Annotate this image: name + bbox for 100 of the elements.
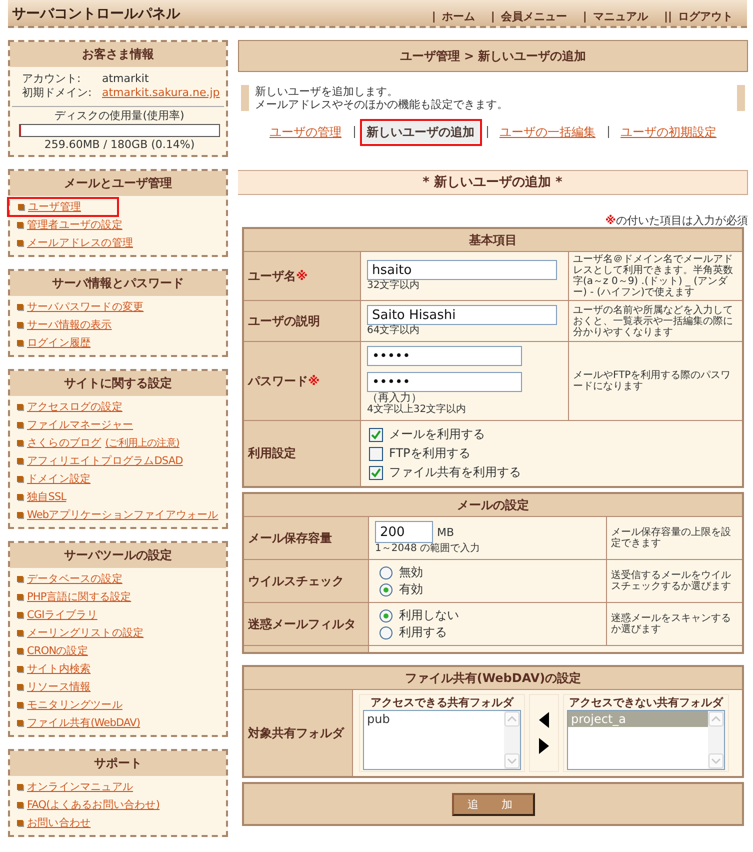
panel-title: サポート [10,751,226,776]
nav-separator: || [664,10,672,23]
sidebar-link[interactable]: オンラインマニュアル [27,780,134,794]
note-link[interactable]: (ご利用上の注意) [105,436,180,450]
sidebar-link[interactable]: お問い合わせ [27,816,91,830]
list-box[interactable]: pub [363,710,521,770]
sidebar-link[interactable]: FAQ(よくあるお問い合わせ) [27,798,160,812]
sidebar-link[interactable]: CRONの設定 [27,644,88,658]
sidebar-link[interactable]: ユーザ管理 [28,200,82,214]
bullet-icon [17,648,23,654]
right-arrow-icon[interactable] [539,738,549,754]
sidebar-link[interactable]: Webアプリケーションファイアウォール [27,508,218,522]
sidebar-link[interactable]: さくらのブログ [27,436,102,450]
sidebar-link[interactable]: ファイルマネージャー [27,418,134,432]
account-value: atmarkit [101,72,150,86]
input-field[interactable]: 200 [375,521,433,543]
nav-link[interactable]: マニュアル [592,9,648,24]
hint-text: 1～2048 の範囲で入力 [375,543,481,555]
list-title: アクセスできない共有フォルダ [568,696,724,710]
sidebar-link[interactable]: ファイル共有(WebDAV) [27,716,140,730]
bullet-icon [17,304,23,310]
sidebar-link[interactable]: ドメイン設定 [27,472,91,486]
sidebar-link[interactable]: サーバパスワードの変更 [27,300,144,314]
sidebar-link[interactable]: 管理者ユーザの設定 [27,218,122,232]
bullet-icon [17,422,23,428]
panel-title: サイトに関する設定 [10,371,226,396]
tab[interactable]: ユーザの初期設定 [616,122,720,142]
input-field[interactable]: ••••• [367,372,522,392]
tab[interactable]: ユーザの一括編集 [496,122,600,142]
bullet-icon [17,240,23,246]
checkbox[interactable] [369,428,383,442]
bullet-icon [17,440,23,446]
checkbox-label: FTPを利用する [389,445,470,462]
field-label: ユーザの説明 [243,300,360,342]
nav-separator: | [432,10,436,23]
left-arrow-icon[interactable] [539,712,549,728]
bullet-icon [17,612,23,618]
list-item[interactable]: project_a [568,711,708,727]
add-button[interactable]: 追 加 [452,792,534,816]
input-field[interactable]: hsaito [367,260,557,280]
radio-button[interactable] [379,566,393,580]
bullet-icon [17,222,23,228]
scrollbar-drawing [504,711,520,769]
panel-title: サーバツールの設定 [10,543,226,568]
breadcrumb: ユーザ管理 > 新しいユーザの追加 [238,40,748,72]
checkbox[interactable] [369,446,383,460]
help-text: ユーザ名＠ドメイン名でメールアドレスとして利用できます。半角英数字(a～z 0～9) .(ドット) _ (アンダー) - (ハイフン)で使えます [573,254,734,298]
nav-separator: | [490,10,495,23]
checkbox[interactable] [369,466,383,480]
nav-link[interactable]: 会員メニュー [500,9,567,24]
unit-label: MB [437,526,454,538]
bullet-icon [17,820,23,826]
tab[interactable]: ユーザの管理 [266,122,346,142]
table-title: メールの設定 [243,493,743,516]
sidebar-link[interactable]: メーリングリストの設定 [27,626,144,640]
radio-button[interactable] [379,582,393,596]
bullet-icon [17,322,23,328]
radio-button[interactable] [379,608,393,622]
sidebar-link[interactable]: PHP言語に関する設定 [27,590,132,604]
nav-separator: | [582,10,587,23]
sidebar-link[interactable]: 独自SSL [27,490,66,504]
sidebar-link[interactable]: モニタリングツール [27,698,122,712]
sidebar-link[interactable]: ログイン履歴 [27,336,91,350]
field-label: メール保存容量 [243,516,368,560]
sidebar-link[interactable]: メールアドレスの管理 [27,236,134,250]
input-field[interactable]: Saito Hisashi [367,305,557,325]
sidebar-link[interactable]: アフィリエイトプログラムDSAD [27,454,183,468]
bullet-icon [17,784,23,790]
table-title: ファイル共有(WebDAV)の設定 [243,666,743,690]
nav-link[interactable]: ログアウト [678,9,733,24]
radio-label: 利用する [399,624,447,641]
tab[interactable]: 新しいユーザの追加 [362,122,478,142]
intro-text: メールアドレスやそのほかの機能も設定できます。 [255,98,509,111]
sidebar-link[interactable]: リソース情報 [27,680,91,694]
table-title: 基本項目 [243,228,743,252]
bullet-icon [17,476,23,482]
sidebar-link[interactable]: サイト内検索 [27,662,91,676]
bullet-icon [17,720,23,726]
radio-label: 有効 [399,581,423,598]
logo-text: サーバコントロールパネル [12,5,180,24]
domain-link[interactable]: atmarkit.sakura.ne.jp [100,86,220,100]
list-title: アクセスできる共有フォルダ [370,696,515,710]
list-box[interactable]: project_a [567,710,725,770]
bullet-icon [17,404,23,410]
radio-button[interactable] [379,626,393,640]
input-field[interactable]: ••••• [367,346,522,366]
bullet-icon [17,702,23,708]
required-note: ※の付いた項目は入力が必須 [604,215,748,227]
panel-title: お客さま情報 [10,42,226,67]
sidebar-link[interactable]: データベースの設定 [27,572,122,586]
hint-text: 4文字以上32文字以内 [367,404,468,416]
sidebar-link[interactable]: サーバ情報の表示 [27,318,112,332]
radio-label: 利用しない [399,607,459,624]
list-item[interactable]: pub [364,711,504,727]
sidebar-link[interactable]: CGIライブラリ [27,608,98,622]
field-label: 対象共有フォルダ [243,690,352,777]
panel-title: メールとユーザ管理 [10,171,226,196]
sidebar-link[interactable]: アクセスログの設定 [27,400,122,414]
nav-link[interactable]: ホーム [442,9,475,24]
bullet-icon [17,630,23,636]
